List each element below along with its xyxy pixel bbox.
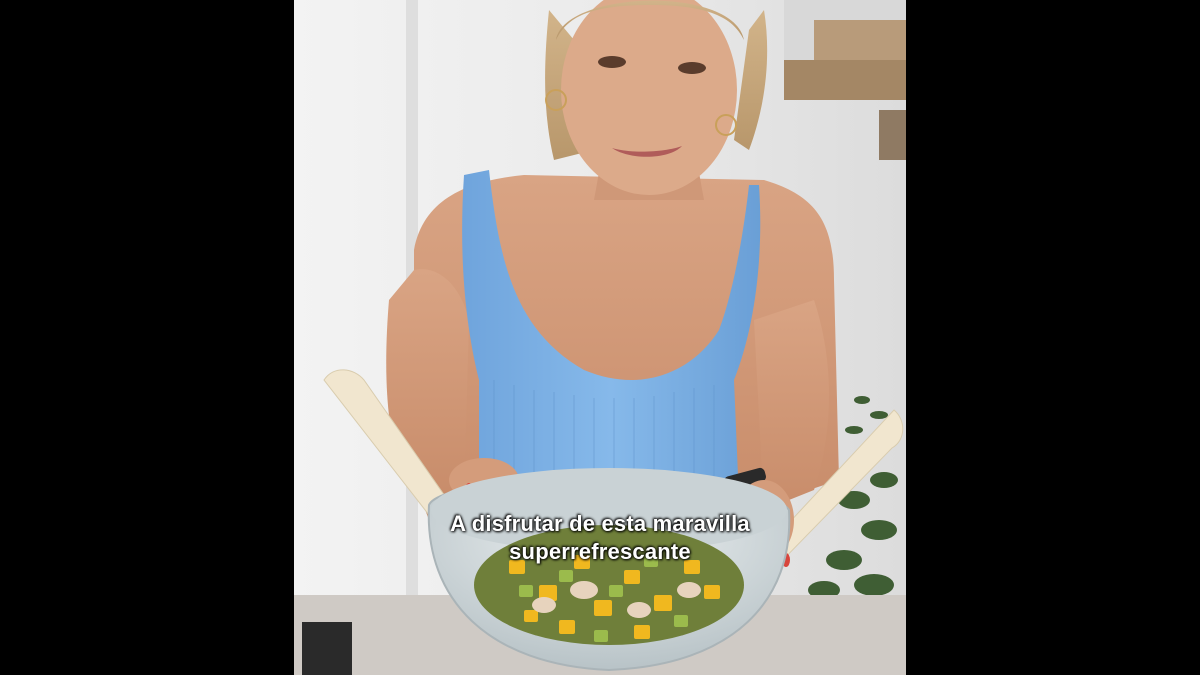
video-frame[interactable]: A disfrutar de esta maravilla superrefre… [294,0,906,675]
video-subtitle: A disfrutar de esta maravilla superrefre… [294,510,906,566]
device-on-counter [302,622,352,675]
right-eye [678,62,706,74]
subtitle-line-2: superrefrescante [509,539,691,564]
left-eye [598,56,626,68]
subtitle-line-1: A disfrutar de esta maravilla [450,511,750,536]
video-player: A disfrutar de esta maravilla superrefre… [0,0,1200,675]
video-scene [294,0,906,675]
